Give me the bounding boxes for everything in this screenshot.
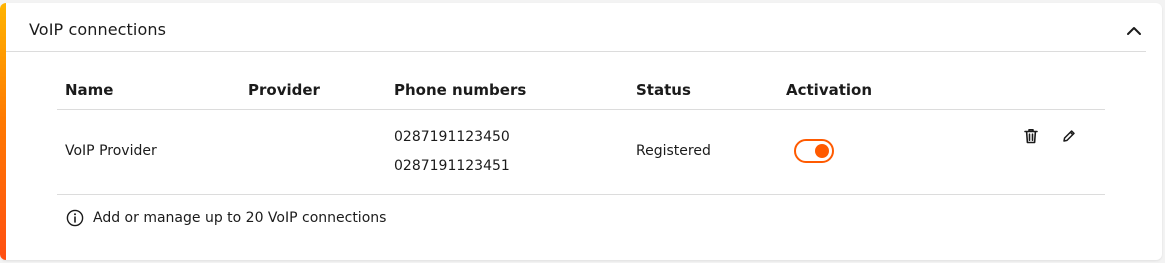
delete-button[interactable]: [1021, 126, 1041, 146]
info-text: Add or manage up to 20 VoIP connections: [93, 210, 387, 226]
row-status: Registered: [636, 143, 711, 159]
table-header: Name Provider Phone numbers Status Activ…: [57, 63, 1105, 110]
header-status: Status: [636, 81, 691, 99]
collapse-button[interactable]: [1122, 19, 1146, 43]
edit-button[interactable]: [1059, 126, 1079, 146]
header-name: Name: [65, 81, 114, 99]
trash-icon: [1024, 129, 1038, 144]
row-phone-number: 0287191123451: [394, 158, 510, 174]
row-phone-number: 0287191123450: [394, 129, 510, 145]
table-row: VoIP Provider 0287191123450 028719112345…: [57, 110, 1105, 195]
section-title: VoIP connections: [29, 20, 167, 39]
row-name: VoIP Provider: [65, 143, 157, 159]
header-activation: Activation: [786, 81, 873, 99]
info-icon: [66, 209, 84, 227]
header-phone-numbers: Phone numbers: [394, 81, 527, 99]
pencil-icon: [1063, 130, 1075, 142]
toggle-knob: [815, 144, 829, 158]
header-provider: Provider: [248, 81, 320, 99]
chevron-up-icon: [1127, 27, 1141, 35]
voip-connections-card: VoIP connections Name Provider Phone num…: [0, 3, 1162, 260]
section-header[interactable]: VoIP connections: [6, 3, 1146, 52]
info-note: Add or manage up to 20 VoIP connections: [66, 209, 386, 227]
activation-toggle[interactable]: [794, 139, 834, 163]
voip-table: Name Provider Phone numbers Status Activ…: [57, 63, 1105, 195]
